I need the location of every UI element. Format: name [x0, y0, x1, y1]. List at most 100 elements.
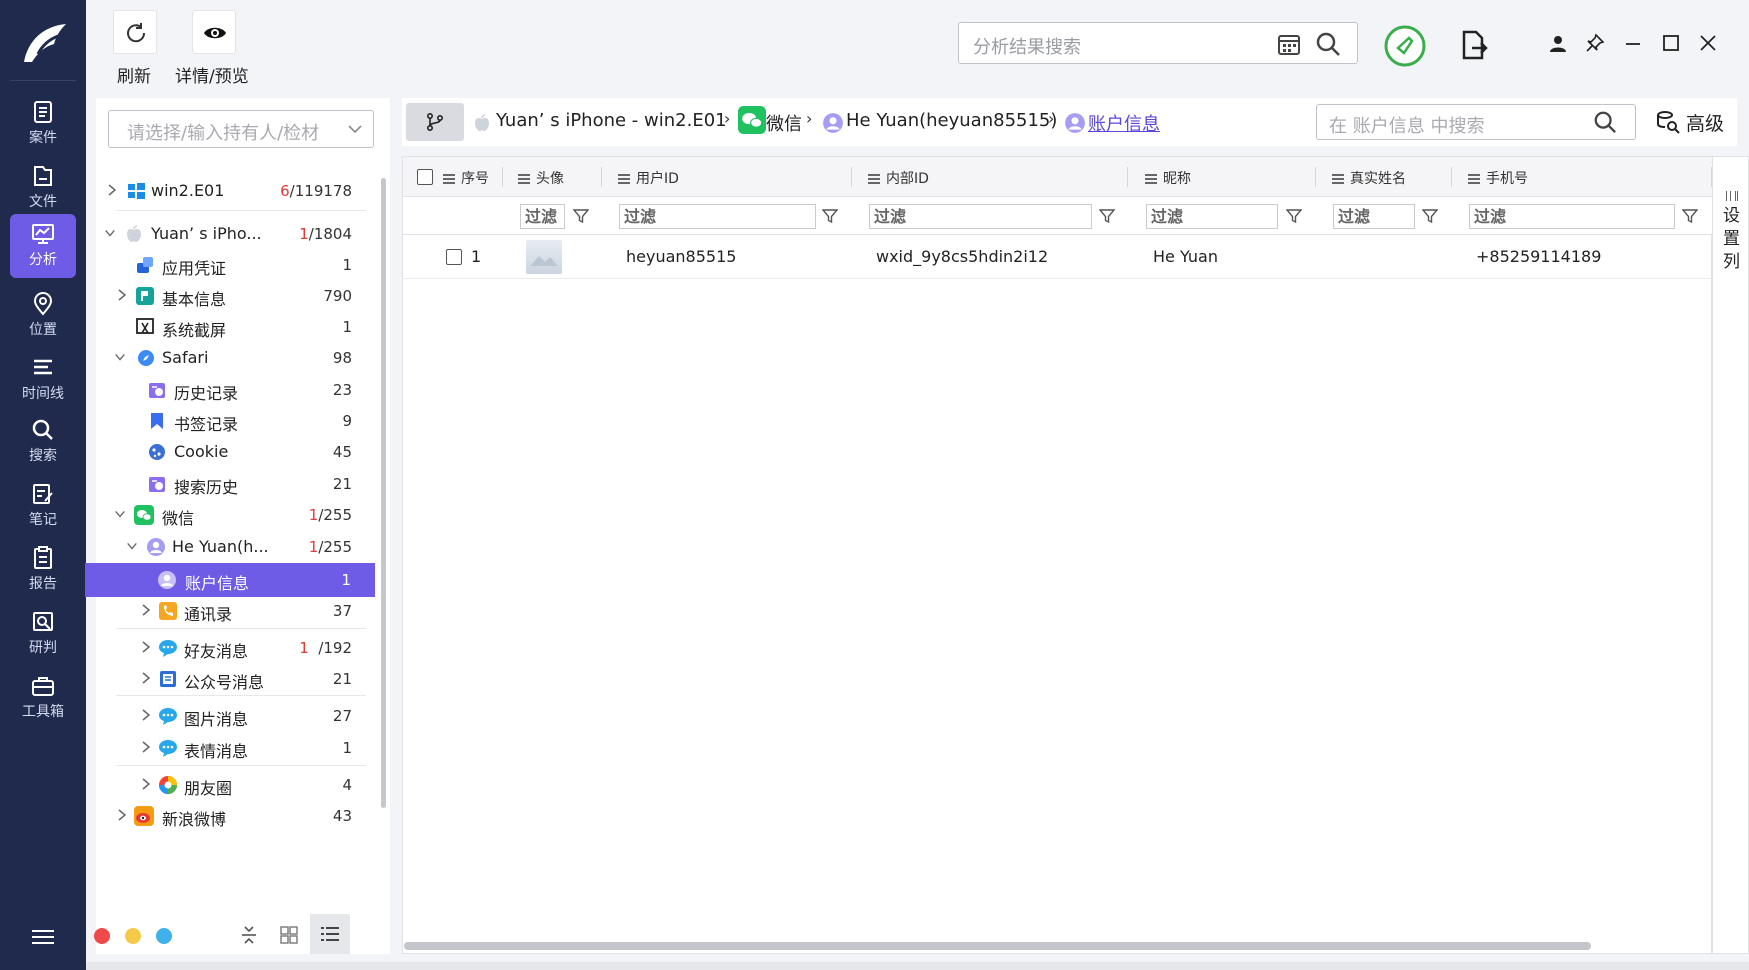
- chevron-right-icon[interactable]: [140, 708, 152, 722]
- tree-item-wechat-account[interactable]: He Yuan(h... 1/255: [96, 530, 376, 564]
- yellow-filter-dot[interactable]: [125, 928, 141, 944]
- search-icon[interactable]: [1315, 31, 1341, 57]
- filter-phone-input[interactable]: 过滤: [1469, 204, 1675, 229]
- filter-icon[interactable]: [1286, 208, 1302, 224]
- filter-real-name-input[interactable]: 过滤: [1333, 204, 1415, 229]
- tree-item-friend-messages[interactable]: 好友消息 1 /192: [96, 631, 376, 665]
- breadcrumb-account[interactable]: He Yuan(heyuan85515): [846, 110, 1057, 131]
- filter-avatar-input[interactable]: 过滤: [520, 204, 565, 229]
- collapse-all-icon[interactable]: [240, 924, 258, 946]
- chevron-right-icon[interactable]: [140, 740, 152, 754]
- chevron-down-icon[interactable]: [104, 226, 116, 240]
- chevron-right-icon[interactable]: [140, 777, 152, 791]
- column-divider[interactable]: [601, 167, 602, 187]
- chevron-down-icon[interactable]: [114, 350, 126, 364]
- tree-item-moments[interactable]: 朋友圈 4: [96, 768, 376, 802]
- tree-item-sticker-messages[interactable]: 表情消息 1: [96, 731, 376, 765]
- filter-user-id-input[interactable]: 过滤: [619, 204, 816, 229]
- tree-item-weibo[interactable]: 新浪微博 43: [96, 799, 376, 833]
- holder-select[interactable]: 请选择/输入持有人/检材: [108, 110, 374, 148]
- maximize-icon[interactable]: [1661, 33, 1681, 53]
- filter-internal-id-input[interactable]: 过滤: [869, 204, 1092, 229]
- chevron-right-icon[interactable]: [116, 288, 128, 302]
- nav-item-analysis[interactable]: 分析: [10, 214, 76, 278]
- chevron-right-icon[interactable]: [140, 671, 152, 685]
- tree-item-history[interactable]: 历史记录 23: [96, 373, 376, 407]
- tree-scrollbar[interactable]: [381, 178, 386, 808]
- filter-icon[interactable]: [1422, 208, 1438, 224]
- branch-button[interactable]: [406, 103, 464, 141]
- chevron-down-icon[interactable]: [114, 507, 126, 521]
- grid-view-icon[interactable]: [280, 926, 298, 944]
- tree-item-basic-info[interactable]: 基本信息 790: [96, 279, 376, 313]
- horizontal-scrollbar[interactable]: [404, 942, 1591, 950]
- analysis-search-input[interactable]: 分析结果搜索: [958, 22, 1358, 64]
- breadcrumb-device[interactable]: Yuan’ s iPhone - win2.E01: [496, 110, 727, 131]
- breadcrumb-app[interactable]: 微信: [766, 110, 802, 136]
- tree-item-app-credentials[interactable]: 应用凭证 1: [96, 248, 376, 282]
- account-info-search-input[interactable]: 在 账户信息 中搜索: [1316, 104, 1636, 140]
- close-icon[interactable]: [1698, 33, 1718, 53]
- column-divider[interactable]: [1451, 167, 1452, 187]
- column-divider[interactable]: [1315, 167, 1316, 187]
- refresh-button[interactable]: [113, 10, 157, 54]
- nav-item-toolbox[interactable]: 工具箱: [10, 666, 76, 730]
- chevron-right-icon[interactable]: [106, 183, 118, 197]
- status-shield-icon[interactable]: [1383, 24, 1427, 68]
- tree-item-win2-e01[interactable]: win2.E01 6/119178: [96, 174, 376, 208]
- tree-item-search-history[interactable]: 搜索历史 21: [96, 467, 376, 501]
- search-icon[interactable]: [1593, 110, 1617, 134]
- column-header-user-id[interactable]: 用户ID: [618, 168, 679, 188]
- list-view-button[interactable]: [310, 914, 350, 954]
- calendar-icon[interactable]: [1277, 32, 1301, 56]
- chevron-right-icon[interactable]: [116, 808, 128, 822]
- column-divider[interactable]: [851, 167, 852, 187]
- filter-icon[interactable]: [1682, 208, 1698, 224]
- column-divider[interactable]: [502, 167, 503, 187]
- menu-icon[interactable]: [32, 930, 54, 948]
- breadcrumb-current[interactable]: 账户信息: [1088, 110, 1160, 136]
- column-header-real-name[interactable]: 真实姓名: [1332, 168, 1406, 188]
- tree-item-wechat[interactable]: 微信 1/255: [96, 498, 376, 532]
- chevron-right-icon[interactable]: [140, 640, 152, 654]
- column-settings-button[interactable]: 设置列: [1712, 156, 1749, 954]
- column-header-avatar[interactable]: 头像: [518, 168, 564, 188]
- column-header-index[interactable]: 序号: [443, 168, 489, 188]
- export-icon[interactable]: [1460, 30, 1488, 60]
- nav-item-location[interactable]: 位置: [10, 284, 76, 348]
- table-row[interactable]: 1 heyuan85515 wxid_9y8cs5hdin2i12 He Yua…: [403, 235, 1713, 279]
- row-checkbox[interactable]: [446, 249, 462, 265]
- cell-avatar-thumbnail[interactable]: [526, 240, 562, 274]
- tree-item-image-messages[interactable]: 图片消息 27: [96, 699, 376, 733]
- minimize-icon[interactable]: [1623, 34, 1643, 54]
- tree-item-bookmarks[interactable]: 书签记录 9: [96, 404, 376, 438]
- red-filter-dot[interactable]: [94, 928, 110, 944]
- nav-item-timeline[interactable]: 时间线: [10, 348, 76, 412]
- advanced-search-button[interactable]: 高级: [1656, 109, 1724, 136]
- nav-item-judgement[interactable]: 研判: [10, 602, 76, 666]
- column-header-nickname[interactable]: 昵称: [1145, 168, 1191, 188]
- filter-icon[interactable]: [573, 208, 589, 224]
- nav-item-case[interactable]: 案件: [10, 92, 76, 156]
- tree-item-account-info[interactable]: 账户信息 1: [85, 563, 375, 597]
- nav-item-file[interactable]: 文件: [10, 156, 76, 220]
- tree-item-iphone[interactable]: Yuan’ s iPho... 1/1804: [96, 217, 376, 251]
- pin-icon[interactable]: [1585, 33, 1605, 53]
- user-icon[interactable]: [1548, 34, 1568, 54]
- tree-item-cookie[interactable]: Cookie 45: [96, 435, 376, 469]
- tree-item-screenshots[interactable]: 系统截屏 1: [96, 310, 376, 344]
- filter-nickname-input[interactable]: 过滤: [1146, 204, 1278, 229]
- blue-filter-dot[interactable]: [156, 928, 172, 944]
- nav-item-search[interactable]: 搜索: [10, 410, 76, 474]
- column-header-phone[interactable]: 手机号: [1468, 168, 1528, 188]
- filter-icon[interactable]: [1099, 208, 1115, 224]
- nav-item-notes[interactable]: 笔记: [10, 474, 76, 538]
- details-preview-button[interactable]: [192, 10, 236, 54]
- column-header-internal-id[interactable]: 内部ID: [868, 168, 929, 188]
- filter-icon[interactable]: [822, 208, 838, 224]
- tree-item-safari[interactable]: Safari 98: [96, 341, 376, 375]
- chevron-right-icon[interactable]: [140, 603, 152, 617]
- chevron-down-icon[interactable]: [126, 539, 138, 553]
- tree-item-official-account-messages[interactable]: 公众号消息 21: [96, 662, 376, 696]
- select-all-checkbox[interactable]: [417, 169, 433, 185]
